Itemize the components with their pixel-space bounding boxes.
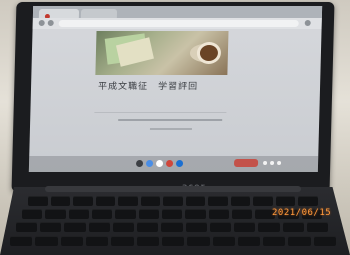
key — [161, 209, 183, 219]
key — [208, 196, 228, 206]
key — [95, 196, 116, 206]
key — [64, 222, 86, 232]
key — [185, 196, 206, 206]
key — [85, 236, 109, 246]
key — [111, 236, 134, 246]
key — [45, 209, 66, 219]
keyboard-row — [28, 196, 318, 206]
key — [91, 209, 113, 219]
key — [209, 222, 232, 232]
address-bar[interactable] — [58, 20, 299, 27]
key — [40, 222, 62, 232]
key — [88, 222, 110, 232]
form-divider — [94, 112, 227, 113]
key — [185, 209, 206, 219]
key — [208, 209, 229, 219]
key — [50, 196, 71, 206]
key — [212, 236, 235, 246]
keyboard-row — [10, 236, 337, 246]
laptop-screen: 平成文職征 学習評回 — [28, 6, 323, 172]
browser-tab[interactable] — [38, 9, 80, 19]
key — [231, 209, 253, 219]
key — [230, 196, 251, 206]
key — [234, 222, 256, 232]
key — [137, 222, 159, 232]
status-area-button[interactable] — [233, 159, 259, 167]
key — [288, 236, 311, 246]
key — [115, 209, 136, 219]
key — [35, 236, 58, 246]
key — [313, 236, 337, 246]
key — [112, 222, 135, 232]
key — [60, 236, 83, 246]
key — [282, 222, 304, 232]
key — [187, 236, 210, 246]
key — [16, 222, 38, 232]
form-title: 平成文職征 学習評回 — [97, 82, 199, 92]
key — [275, 196, 296, 206]
key — [185, 222, 207, 232]
key — [253, 196, 273, 206]
key — [258, 222, 280, 232]
key — [298, 196, 318, 206]
key — [306, 222, 329, 232]
key — [136, 236, 159, 246]
os-shelf — [28, 156, 319, 172]
key — [237, 236, 261, 246]
laptop-photo: 平成文職征 学習評回 acer 2021/06/15 — [0, 0, 350, 255]
form-footer — [118, 119, 223, 121]
key — [263, 236, 286, 246]
key — [28, 196, 48, 206]
key — [163, 196, 183, 206]
key — [138, 209, 159, 219]
key — [161, 222, 183, 232]
key — [73, 196, 93, 206]
key — [68, 209, 89, 219]
key — [10, 236, 33, 246]
browser-tab[interactable] — [80, 9, 118, 18]
form-footer-link[interactable] — [149, 128, 192, 130]
key — [161, 236, 185, 246]
key — [118, 196, 138, 206]
laptop-hinge — [45, 186, 301, 192]
key — [140, 196, 161, 206]
browser-tab-strip — [32, 6, 323, 19]
keyboard-row — [16, 222, 329, 232]
key — [22, 209, 43, 219]
photo-date-stamp: 2021/06/15 — [272, 208, 332, 218]
